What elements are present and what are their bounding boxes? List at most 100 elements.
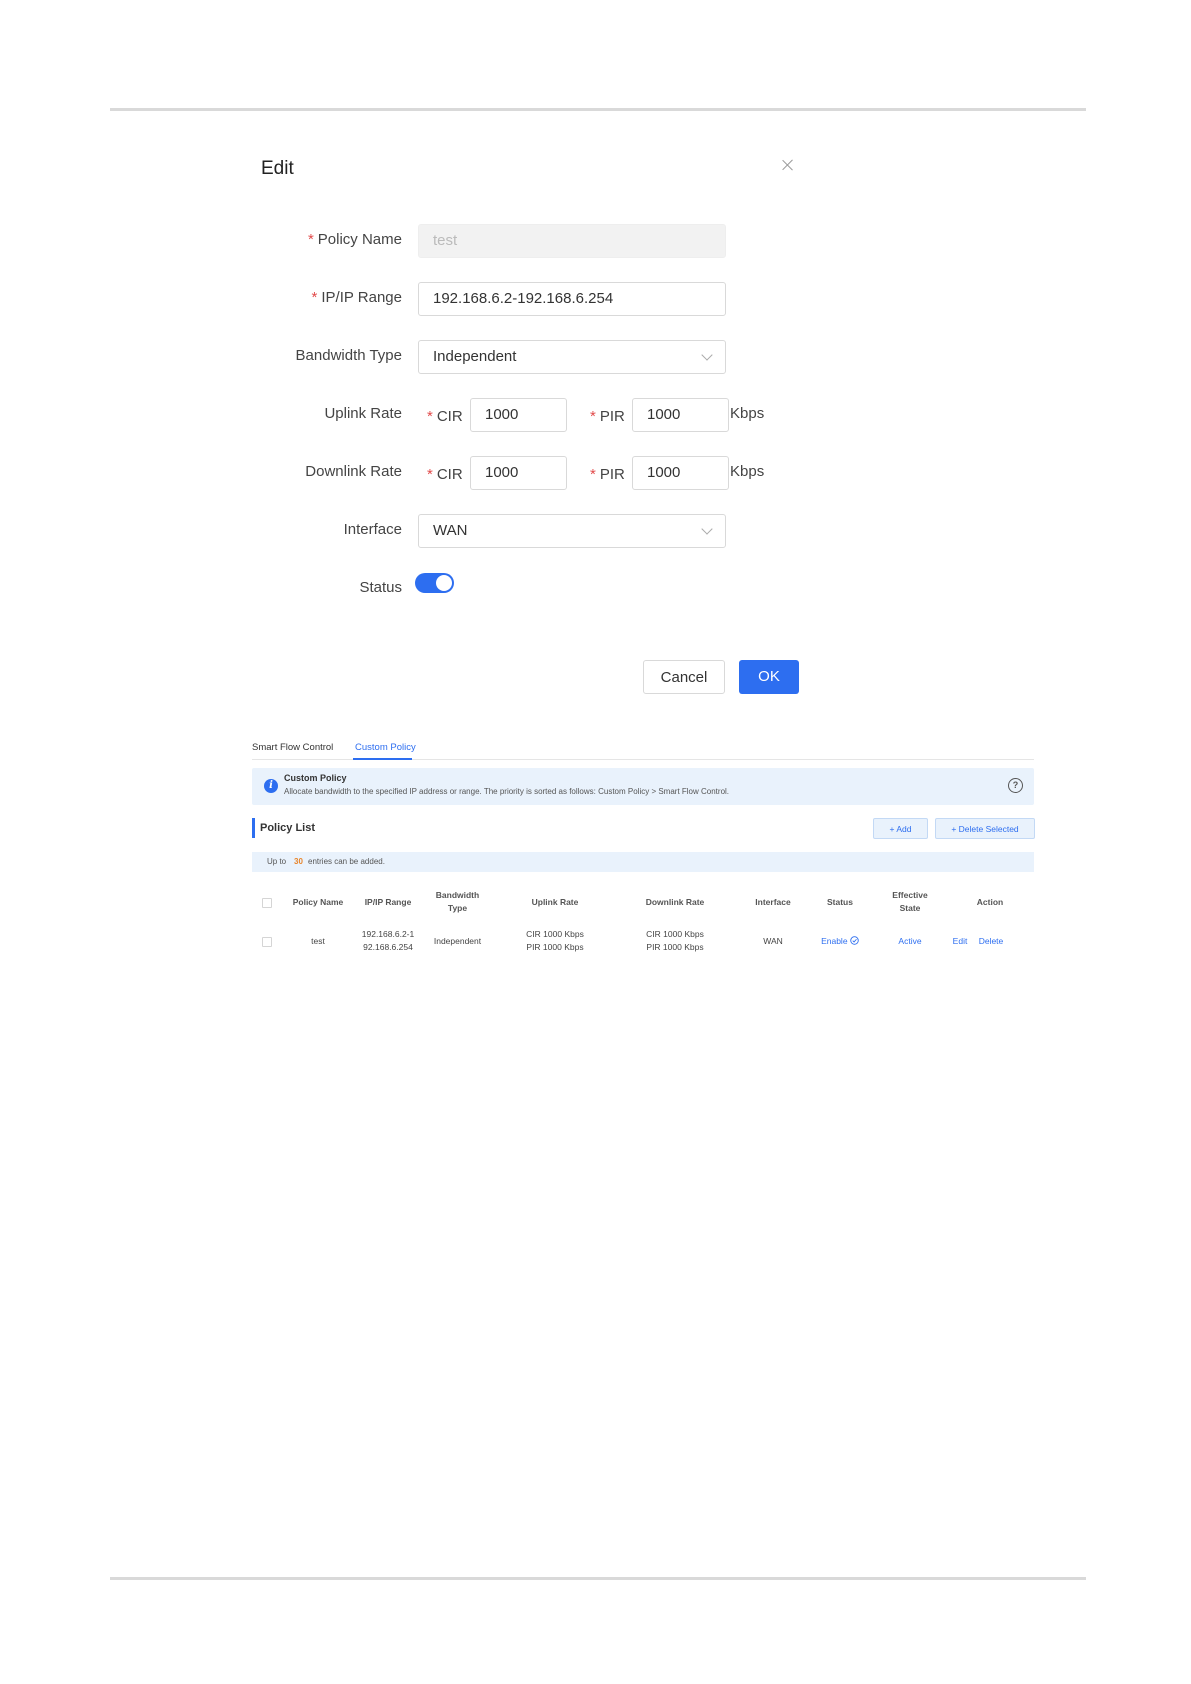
downlink-pir-value: 1000 bbox=[647, 464, 681, 481]
th-action: Action bbox=[976, 897, 1004, 907]
uplink-pir-label-text: PIR bbox=[599, 408, 625, 425]
ip-range-label-text: IP/IP Range bbox=[321, 289, 402, 306]
active-tab-indicator bbox=[353, 758, 412, 760]
status-toggle[interactable] bbox=[415, 573, 454, 593]
row-policy-name: test bbox=[311, 936, 325, 946]
th-uplink-rate: Uplink Rate bbox=[531, 897, 579, 907]
th-effective-state-line2: State bbox=[899, 903, 921, 913]
uplink-cir-value: 1000 bbox=[485, 406, 519, 423]
close-icon[interactable] bbox=[780, 158, 796, 174]
limit-number: 30 bbox=[294, 857, 303, 866]
downlink-pir-label: * PIR bbox=[590, 466, 625, 483]
toggle-knob bbox=[436, 575, 452, 591]
row-bandwidth-type: Independent bbox=[433, 936, 482, 946]
row-downlink-cir: CIR 1000 Kbps bbox=[646, 929, 704, 939]
limit-suffix: entries can be added. bbox=[308, 857, 385, 866]
ok-button[interactable]: OK bbox=[739, 660, 799, 694]
row-checkbox[interactable] bbox=[262, 937, 272, 947]
required-mark: * bbox=[590, 466, 596, 483]
edit-link[interactable]: Edit bbox=[948, 935, 972, 948]
ip-range-value: 192.168.6.2-192.168.6.254 bbox=[433, 290, 614, 307]
policy-name-value: test bbox=[433, 232, 458, 249]
bandwidth-type-value: Independent bbox=[433, 348, 517, 365]
limit-prefix: Up to bbox=[267, 857, 287, 866]
row-downlink-pir: PIR 1000 Kbps bbox=[646, 942, 704, 952]
tab-custom-policy[interactable]: Custom Policy bbox=[355, 742, 416, 753]
delete-link[interactable]: Delete bbox=[975, 935, 1007, 948]
select-all-checkbox[interactable] bbox=[262, 898, 272, 908]
row-status-text: Enable bbox=[821, 936, 848, 946]
downlink-pir-input[interactable]: 1000 bbox=[632, 456, 729, 490]
row-uplink-rate: CIR 1000 Kbps PIR 1000 Kbps bbox=[510, 928, 600, 954]
uplink-pir-label: * PIR bbox=[590, 408, 625, 425]
th-effective-state: Effective State bbox=[880, 889, 940, 915]
add-button[interactable]: + Add bbox=[873, 818, 928, 839]
cancel-button[interactable]: Cancel bbox=[643, 660, 725, 694]
info-title: Custom Policy bbox=[284, 773, 347, 783]
th-bandwidth-type: Bandwidth Type bbox=[425, 889, 490, 915]
th-bandwidth-type-line1: Bandwidth bbox=[435, 890, 480, 900]
th-interface: Interface bbox=[755, 897, 791, 907]
required-mark: * bbox=[590, 408, 596, 425]
section-marker bbox=[252, 818, 255, 838]
footer-rule bbox=[110, 1577, 1086, 1580]
downlink-pir-label-text: PIR bbox=[599, 466, 625, 483]
row-status[interactable]: Enable bbox=[808, 935, 872, 948]
help-icon[interactable]: ? bbox=[1008, 778, 1023, 793]
delete-selected-button[interactable]: + Delete Selected bbox=[935, 818, 1035, 839]
ip-range-input[interactable]: 192.168.6.2-192.168.6.254 bbox=[418, 282, 726, 316]
uplink-pir-value: 1000 bbox=[647, 406, 681, 423]
chevron-down-icon bbox=[701, 349, 713, 361]
th-downlink-rate: Downlink Rate bbox=[645, 897, 705, 907]
required-mark: * bbox=[427, 466, 433, 483]
row-uplink-pir: PIR 1000 Kbps bbox=[526, 942, 584, 952]
row-ip-range-line2: 92.168.6.254 bbox=[363, 942, 413, 952]
required-mark: * bbox=[427, 408, 433, 425]
header-rule bbox=[110, 108, 1086, 111]
policy-name-label: * Policy Name bbox=[222, 231, 402, 248]
uplink-cir-label-text: CIR bbox=[436, 408, 463, 425]
check-circle-icon bbox=[850, 936, 859, 945]
downlink-cir-input[interactable]: 1000 bbox=[470, 456, 567, 490]
row-interface: WAN bbox=[763, 936, 783, 946]
chevron-down-icon bbox=[701, 523, 713, 535]
downlink-unit: Kbps bbox=[730, 463, 765, 480]
row-effective-state: Active bbox=[898, 936, 922, 946]
info-text: Allocate bandwidth to the specified IP a… bbox=[284, 787, 730, 796]
policy-list-title: Policy List bbox=[260, 822, 316, 834]
policy-name-label-text: Policy Name bbox=[317, 231, 402, 248]
dialog-title: Edit bbox=[261, 158, 294, 179]
downlink-rate-label: Downlink Rate bbox=[305, 463, 402, 480]
row-ip-range: 192.168.6.2-1 92.168.6.254 bbox=[356, 928, 420, 954]
downlink-cir-value: 1000 bbox=[485, 464, 519, 481]
row-downlink-rate: CIR 1000 Kbps PIR 1000 Kbps bbox=[630, 928, 720, 954]
uplink-rate-label: Uplink Rate bbox=[324, 405, 402, 422]
downlink-cir-label-text: CIR bbox=[436, 466, 463, 483]
row-ip-range-line1: 192.168.6.2-1 bbox=[361, 929, 415, 939]
th-policy-name: Policy Name bbox=[292, 897, 344, 907]
info-banner: i Custom Policy Allocate bandwidth to th… bbox=[252, 768, 1034, 805]
uplink-cir-input[interactable]: 1000 bbox=[470, 398, 567, 432]
th-effective-state-line1: Effective bbox=[892, 890, 928, 900]
uplink-cir-label: * CIR bbox=[427, 408, 463, 425]
interface-select[interactable]: WAN bbox=[418, 514, 726, 548]
entry-limit-note: Up to 30 entries can be added. bbox=[252, 852, 1034, 872]
uplink-pir-input[interactable]: 1000 bbox=[632, 398, 729, 432]
bandwidth-type-label: Bandwidth Type bbox=[295, 347, 402, 364]
status-label: Status bbox=[359, 579, 402, 596]
interface-label: Interface bbox=[343, 521, 402, 538]
required-mark: * bbox=[311, 289, 318, 306]
tab-smart-flow-control[interactable]: Smart Flow Control bbox=[252, 742, 333, 753]
info-icon: i bbox=[264, 779, 278, 793]
required-mark: * bbox=[307, 231, 314, 248]
ip-range-label: * IP/IP Range bbox=[222, 289, 402, 306]
bandwidth-type-select[interactable]: Independent bbox=[418, 340, 726, 374]
th-ip-range: IP/IP Range bbox=[364, 897, 412, 907]
policy-name-input: test bbox=[418, 224, 726, 258]
interface-value: WAN bbox=[433, 522, 468, 539]
uplink-unit: Kbps bbox=[730, 405, 765, 422]
downlink-cir-label: * CIR bbox=[427, 466, 463, 483]
th-bandwidth-type-line2: Type bbox=[447, 903, 468, 913]
th-status: Status bbox=[827, 897, 853, 907]
row-uplink-cir: CIR 1000 Kbps bbox=[526, 929, 584, 939]
